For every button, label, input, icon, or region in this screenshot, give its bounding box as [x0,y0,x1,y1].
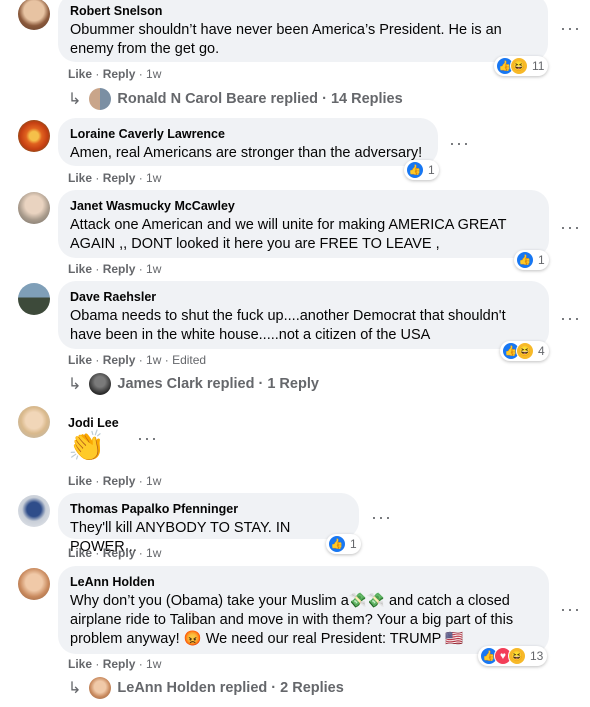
comment-author[interactable]: Jodi Lee [68,415,119,431]
replier-name: LeAnn Holden replied [117,680,268,696]
reply-count: 1 Reply [267,376,319,392]
more-dots-icon[interactable]: ··· [560,218,581,236]
reaction-summary[interactable]: 👍 😆 4 [500,341,549,361]
comment-author[interactable]: Loraine Caverly Lawrence [70,126,426,142]
comment-actions: Like · Reply · 1w [68,67,162,81]
comment-actions: Like · Reply · 1w [68,546,162,560]
view-replies[interactable]: ↳ Ronald N Carol Beare replied · 14 Repl… [68,88,403,110]
reaction-count: 1 [538,253,545,267]
comment-author[interactable]: Thomas Papalko Pfenninger [70,501,347,517]
avatar[interactable] [18,192,50,224]
reaction-count: 4 [538,344,545,358]
avatar [89,373,112,395]
comment-author[interactable]: Robert Snelson [70,3,536,19]
reply-link[interactable]: Reply [103,657,136,671]
timestamp[interactable]: 1w [146,67,161,81]
reply-count: 14 Replies [330,91,403,107]
view-replies[interactable]: ↳ James Clark replied · 1 Reply [68,373,319,395]
avatar[interactable] [18,568,50,600]
comment-text: Attack one American and we will unite fo… [70,217,507,252]
timestamp[interactable]: 1w [146,171,161,185]
more-dots-icon[interactable]: ··· [560,19,581,37]
reaction-count: 11 [532,59,545,73]
reaction-summary[interactable]: 👍 1 [514,250,549,270]
edited-label[interactable]: Edited [172,353,206,367]
reply-count: 2 Replies [280,680,344,696]
like-link[interactable]: Like [68,353,92,367]
view-replies[interactable]: ↳ LeAnn Holden replied · 2 Replies [68,677,344,699]
reply-link[interactable]: Reply [103,262,136,276]
timestamp[interactable]: 1w [146,474,161,488]
more-dots-icon[interactable]: ··· [560,309,581,327]
reply-link[interactable]: Reply [103,353,136,367]
reply-link[interactable]: Reply [103,171,136,185]
comment-text: Amen, real Americans are stronger than t… [70,145,423,161]
comment-actions: Like · Reply · 1w [68,657,162,671]
like-link[interactable]: Like [68,657,92,671]
avatar[interactable] [18,0,50,30]
comment-actions: Like · Reply · 1w [68,171,162,185]
like-link[interactable]: Like [68,171,92,185]
reaction-summary[interactable]: 👍 😆 11 [494,56,549,76]
avatar[interactable] [18,283,50,315]
comment-text: Why don’t you (Obama) take your Muslim a… [70,593,514,647]
comment-bubble: Janet Wasmucky McCawley Attack one Ameri… [58,190,549,258]
like-link[interactable]: Like [68,262,92,276]
comment-text: Obama needs to shut the fuck up....anoth… [70,308,506,343]
haha-reaction-icon: 😆 [510,57,528,75]
like-reaction-icon: 👍 [406,161,424,179]
like-link[interactable]: Like [68,67,92,81]
haha-reaction-icon: 😆 [508,647,526,665]
timestamp[interactable]: 1w [146,657,161,671]
reply-arrow-icon: ↳ [68,376,82,393]
timestamp[interactable]: 1w [146,353,161,367]
haha-reaction-icon: 😆 [516,342,534,360]
clapping-emoji: 👏 [68,430,106,463]
like-reaction-icon: 👍 [328,535,346,553]
avatar [89,88,112,110]
reaction-count: 1 [350,537,357,551]
like-link[interactable]: Like [68,474,92,488]
replier-name: James Clark replied [117,376,255,392]
reply-link[interactable]: Reply [103,67,136,81]
comment-actions: Like · Reply · 1w [68,262,162,276]
reaction-summary[interactable]: 👍 1 [404,160,439,180]
more-dots-icon[interactable]: ··· [371,508,392,526]
comment-text: Obummer shouldn’t have never been Americ… [70,22,502,57]
avatar[interactable] [18,495,50,527]
reply-arrow-icon: ↳ [68,91,82,108]
comment-bubble: Thomas Papalko Pfenninger They'll kill A… [58,493,359,555]
reply-arrow-icon: ↳ [68,680,82,697]
more-dots-icon[interactable]: ··· [137,429,158,447]
more-dots-icon[interactable]: ··· [560,600,581,618]
reply-link[interactable]: Reply [103,546,136,560]
replier-name: Ronald N Carol Beare replied [117,91,319,107]
reaction-summary[interactable]: 👍 1 [326,534,361,554]
reaction-count: 1 [428,163,435,177]
comment-author[interactable]: Janet Wasmucky McCawley [70,198,537,214]
reaction-count: 13 [530,649,544,663]
timestamp[interactable]: 1w [146,262,161,276]
comment-author[interactable]: LeAnn Holden [70,574,537,590]
avatar[interactable] [18,406,50,438]
comment-bubble: Loraine Caverly Lawrence Amen, real Amer… [58,118,438,166]
comment-actions: Like · Reply · 1w [68,474,162,488]
comment-actions: Like · Reply · 1w · Edited [68,353,207,367]
like-reaction-icon: 👍 [516,251,534,269]
avatar [89,677,112,699]
reply-link[interactable]: Reply [103,474,136,488]
comment-author[interactable]: Dave Raehsler [70,289,537,305]
comment-bubble: LeAnn Holden Why don’t you (Obama) take … [58,566,549,654]
like-link[interactable]: Like [68,546,92,560]
comment-bubble: Dave Raehsler Obama needs to shut the fu… [58,281,549,349]
comment-bubble: Robert Snelson Obummer shouldn’t have ne… [58,0,548,62]
more-dots-icon[interactable]: ··· [449,134,470,152]
reaction-summary[interactable]: 👍 ♥ 😆 13 [478,646,548,666]
avatar[interactable] [18,120,50,152]
timestamp[interactable]: 1w [146,546,161,560]
